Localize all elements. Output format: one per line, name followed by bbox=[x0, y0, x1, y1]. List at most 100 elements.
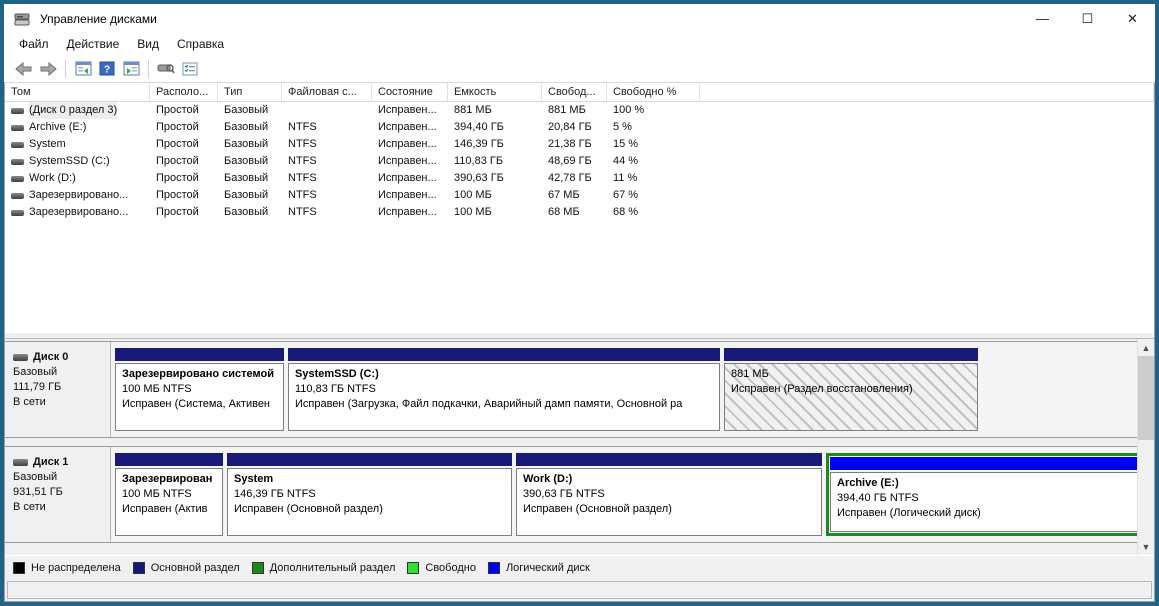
column-header-free-percent[interactable]: Свободно % bbox=[607, 83, 700, 101]
volume-free: 42,78 ГБ bbox=[542, 170, 607, 187]
menu-action[interactable]: Действие bbox=[58, 34, 129, 54]
vertical-scrollbar[interactable]: ▲ ▼ bbox=[1137, 339, 1154, 555]
primary-partition-strip bbox=[724, 348, 978, 361]
volume-fs: NTFS bbox=[282, 187, 372, 204]
disk-1-info[interactable]: Диск 1 Базовый 931,51 ГБ В сети bbox=[5, 447, 111, 542]
table-row[interactable]: Зарезервировано... Простой Базовый NTFS … bbox=[5, 204, 1154, 221]
disk-name: Диск 0 bbox=[33, 350, 68, 365]
table-row[interactable]: System Простой Базовый NTFS Исправен... … bbox=[5, 136, 1154, 153]
scrollbar-track[interactable] bbox=[1138, 440, 1154, 538]
volume-fs: NTFS bbox=[282, 153, 372, 170]
partition-size: 394,40 ГБ NTFS bbox=[837, 491, 1137, 506]
volume-fs: NTFS bbox=[282, 136, 372, 153]
volume-status: Исправен... bbox=[372, 102, 448, 119]
volume-free: 67 МБ bbox=[542, 187, 607, 204]
volume-capacity: 390,63 ГБ bbox=[448, 170, 542, 187]
volume-name: Зарезервировано... bbox=[29, 187, 128, 204]
properties-button[interactable] bbox=[178, 58, 202, 80]
table-row[interactable]: Archive (E:) Простой Базовый NTFS Исправ… bbox=[5, 119, 1154, 136]
partition-status: Исправен (Логический диск) bbox=[837, 506, 1137, 521]
volume-layout: Простой bbox=[150, 136, 218, 153]
volume-list-header: Том Располо... Тип Файловая с... Состоян… bbox=[5, 83, 1154, 102]
partition-status: Исправен (Актив bbox=[122, 502, 222, 517]
partition-name: Зарезервирован bbox=[122, 472, 222, 487]
disk-name: Диск 1 bbox=[33, 455, 68, 470]
volume-status: Исправен... bbox=[372, 136, 448, 153]
scrollbar-thumb[interactable] bbox=[1138, 356, 1154, 440]
rescan-disks-button[interactable] bbox=[154, 58, 178, 80]
volume-fs: NTFS bbox=[282, 204, 372, 221]
partition-size: 146,39 ГБ NTFS bbox=[234, 487, 511, 502]
close-button[interactable]: ✕ bbox=[1110, 4, 1155, 33]
partition-name: Archive (E:) bbox=[837, 476, 1137, 491]
legend-swatch-primary bbox=[133, 562, 145, 574]
column-header-layout[interactable]: Располо... bbox=[150, 83, 218, 101]
minimize-button[interactable]: — bbox=[1020, 4, 1065, 33]
show-console-tree-button[interactable] bbox=[71, 58, 95, 80]
table-row[interactable]: Зарезервировано... Простой Базовый NTFS … bbox=[5, 187, 1154, 204]
menu-help[interactable]: Справка bbox=[168, 34, 233, 54]
column-header-status[interactable]: Состояние bbox=[372, 83, 448, 101]
back-button[interactable] bbox=[12, 58, 36, 80]
volume-free: 21,38 ГБ bbox=[542, 136, 607, 153]
volume-type: Базовый bbox=[218, 187, 282, 204]
svg-text:?: ? bbox=[104, 65, 110, 76]
legend-label: Дополнительный раздел bbox=[270, 562, 396, 574]
partition-name: System bbox=[234, 472, 511, 487]
column-header-filesystem[interactable]: Файловая с... bbox=[282, 83, 372, 101]
partition-system-reserved-disk0[interactable]: Зарезервировано системой 100 МБ NTFS Исп… bbox=[115, 348, 284, 431]
volume-name: Зарезервировано... bbox=[29, 204, 128, 221]
partition-systemssd-c[interactable]: SystemSSD (C:) 110,83 ГБ NTFS Исправен (… bbox=[288, 348, 720, 431]
table-row[interactable]: SystemSSD (C:) Простой Базовый NTFS Испр… bbox=[5, 153, 1154, 170]
column-header-capacity[interactable]: Емкость bbox=[448, 83, 542, 101]
partition-work-d[interactable]: Work (D:) 390,63 ГБ NTFS Исправен (Основ… bbox=[516, 453, 822, 536]
partition-recovery[interactable]: 881 МБ Исправен (Раздел восстановления) bbox=[724, 348, 978, 431]
partition-system[interactable]: System 146,39 ГБ NTFS Исправен (Основной… bbox=[227, 453, 512, 536]
scroll-down-icon[interactable]: ▼ bbox=[1138, 538, 1154, 555]
menu-file[interactable]: Файл bbox=[10, 34, 58, 54]
volume-free-percent: 100 % bbox=[607, 102, 700, 119]
volume-status: Исправен... bbox=[372, 204, 448, 221]
disk-icon bbox=[13, 459, 28, 466]
forward-button[interactable] bbox=[36, 58, 60, 80]
volume-free-percent: 11 % bbox=[607, 170, 700, 187]
menu-view[interactable]: Вид bbox=[128, 34, 168, 54]
disk-size: 111,79 ГБ bbox=[13, 380, 110, 395]
volume-capacity: 146,39 ГБ bbox=[448, 136, 542, 153]
help-button[interactable]: ? bbox=[95, 58, 119, 80]
volume-name: System bbox=[29, 136, 66, 153]
volume-free: 68 МБ bbox=[542, 204, 607, 221]
partition-size: 110,83 ГБ NTFS bbox=[295, 382, 719, 397]
show-action-pane-button[interactable] bbox=[119, 58, 143, 80]
console-tree-icon bbox=[75, 61, 92, 76]
partition-status: Исправен (Загрузка, Файл подкачки, Авари… bbox=[295, 397, 719, 412]
logical-partition-strip bbox=[830, 457, 1138, 470]
column-header-filler bbox=[700, 83, 1154, 101]
disk-type: Базовый bbox=[13, 470, 110, 485]
disk-0-info[interactable]: Диск 0 Базовый 111,79 ГБ В сети bbox=[5, 342, 111, 437]
volume-layout: Простой bbox=[150, 153, 218, 170]
legend-label: Логический диск bbox=[506, 562, 590, 574]
column-header-free[interactable]: Свобод... bbox=[542, 83, 607, 101]
pane-splitter[interactable] bbox=[5, 332, 1154, 339]
column-header-type[interactable]: Тип bbox=[218, 83, 282, 101]
primary-partition-strip bbox=[288, 348, 720, 361]
volume-free: 881 МБ bbox=[542, 102, 607, 119]
scroll-up-icon[interactable]: ▲ bbox=[1138, 339, 1154, 356]
partition-system-reserved-disk1[interactable]: Зарезервирован 100 МБ NTFS Исправен (Акт… bbox=[115, 453, 223, 536]
partition-size: 100 МБ NTFS bbox=[122, 487, 222, 502]
legend-item-free: Свободно bbox=[407, 562, 476, 574]
arrow-left-icon bbox=[15, 62, 33, 76]
column-header-volume[interactable]: Том bbox=[5, 83, 150, 101]
arrow-right-icon bbox=[39, 62, 57, 76]
volume-free: 48,69 ГБ bbox=[542, 153, 607, 170]
table-row[interactable]: (Диск 0 раздел 3) Простой Базовый Исправ… bbox=[5, 102, 1154, 119]
partition-status: Исправен (Система, Активен bbox=[122, 397, 283, 412]
table-row[interactable]: Work (D:) Простой Базовый NTFS Исправен.… bbox=[5, 170, 1154, 187]
partition-archive-e[interactable]: Archive (E:) 394,40 ГБ NTFS Исправен (Ло… bbox=[826, 453, 1142, 536]
volume-type: Базовый bbox=[218, 170, 282, 187]
partition-status: Исправен (Основной раздел) bbox=[234, 502, 511, 517]
maximize-button[interactable]: ☐ bbox=[1065, 4, 1110, 33]
volume-capacity: 394,40 ГБ bbox=[448, 119, 542, 136]
volume-type: Базовый bbox=[218, 119, 282, 136]
